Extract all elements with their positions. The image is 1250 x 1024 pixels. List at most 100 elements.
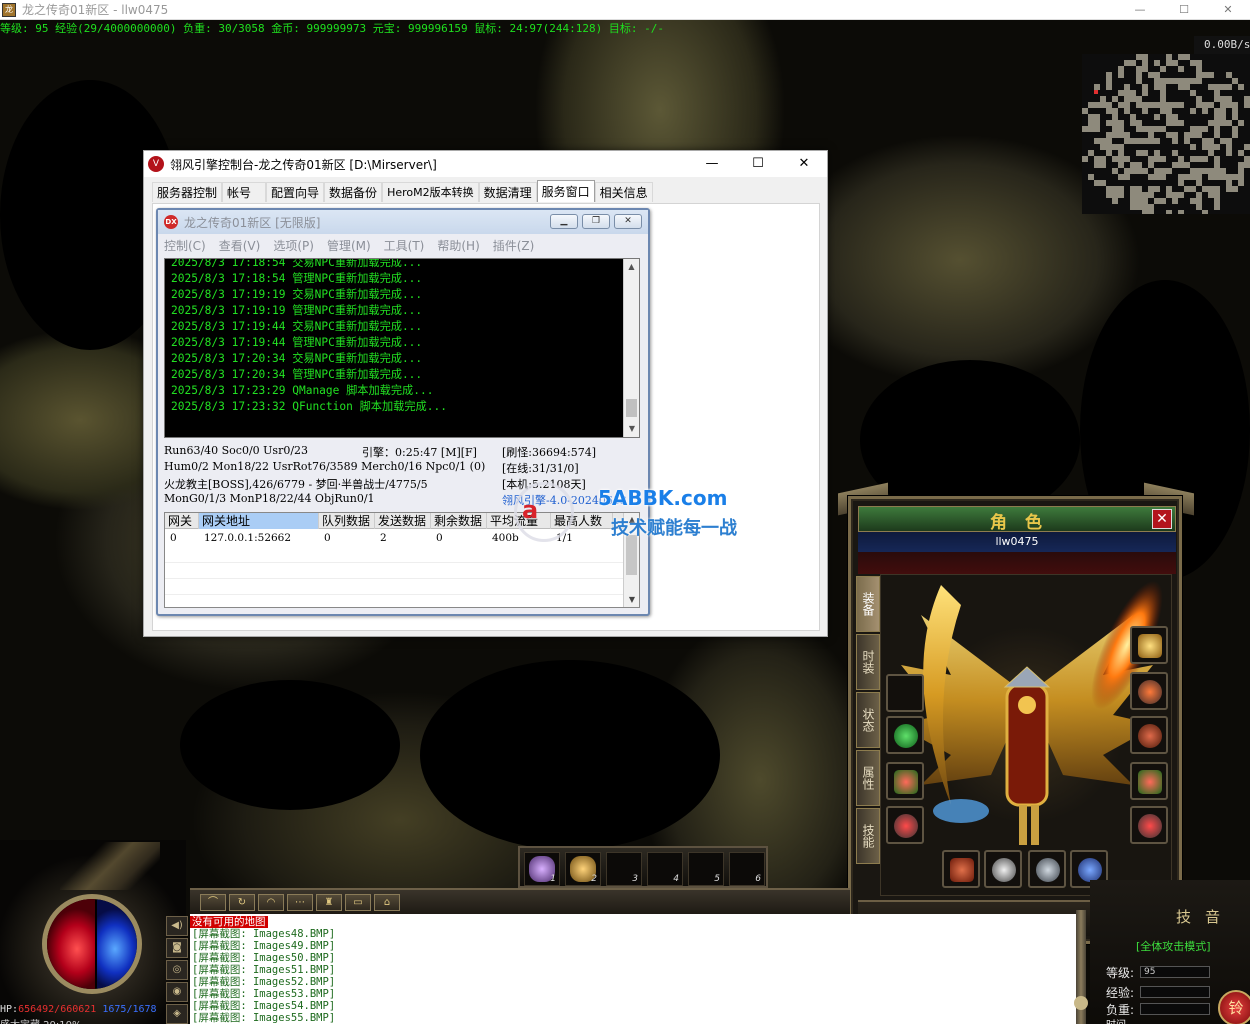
- log-line: 2025/8/3 17:20:34 交易NPC重新加载完成...: [171, 352, 423, 365]
- menu-tools[interactable]: 工具(T): [384, 237, 425, 254]
- col-remaining[interactable]: 剩余数据: [431, 513, 487, 529]
- server-minimize-icon[interactable]: ▁: [550, 214, 578, 229]
- console-minimize-icon[interactable]: —: [689, 151, 735, 177]
- slot-necklace[interactable]: [886, 674, 924, 712]
- minimap-terrain: [1208, 72, 1214, 78]
- minimap-terrain: [1154, 186, 1160, 192]
- slot-amulet[interactable]: [886, 716, 924, 754]
- col-gateway[interactable]: 网关: [165, 513, 199, 529]
- slot-ring-right[interactable]: [1130, 806, 1168, 844]
- tab-config-wizard[interactable]: 配置向导: [266, 182, 325, 202]
- bell-button[interactable]: 铃: [1218, 990, 1250, 1024]
- tab-status[interactable]: 状态: [856, 692, 880, 748]
- server-window[interactable]: DX 龙之传奇01新区 [无限版] ▁ ❐ ✕ 控制(C) 查看(V) 选项(P…: [156, 208, 650, 616]
- skill-slot-3[interactable]: 3: [606, 852, 642, 886]
- minimap-terrain: [1178, 102, 1184, 108]
- menu-help[interactable]: 帮助(H): [437, 237, 479, 254]
- volume-icon[interactable]: ◀): [166, 916, 188, 936]
- tab-server-control[interactable]: 服务器控制: [152, 182, 223, 202]
- minimap-terrain: [1142, 90, 1148, 96]
- skill-slot-5[interactable]: 5: [688, 852, 724, 886]
- stat-hum: Hum0/2 Mon18/22 UsrRot76/3589 Merch0/16 …: [164, 460, 486, 473]
- skill-slot-2[interactable]: 2: [565, 852, 601, 886]
- attack-mode[interactable]: [全体攻击模式]: [1136, 938, 1211, 954]
- minimap-terrain: [1244, 144, 1250, 150]
- minimap-terrain: [1226, 150, 1232, 156]
- tab-service-window[interactable]: 服务窗口: [536, 180, 595, 202]
- character-icon[interactable]: ⌒: [200, 894, 226, 911]
- chat-log[interactable]: 没有可用的地图 [屏幕截图: Images48.BMP] [屏幕截图: Image…: [190, 914, 1082, 1024]
- console-close-icon[interactable]: ✕: [781, 151, 827, 177]
- skills-icon[interactable]: ◠: [258, 894, 284, 911]
- minimap-terrain: [1172, 198, 1178, 204]
- engine-console-window[interactable]: V 翎风引擎控制台-龙之传奇01新区 [D:\Mirserver\] — ☐ ✕…: [143, 150, 828, 637]
- slot-bracelet-right[interactable]: [1130, 762, 1168, 800]
- chat-scroll-pole[interactable]: [1074, 910, 1088, 1024]
- bag-icon[interactable]: ↻: [229, 894, 255, 911]
- chat-icon[interactable]: ▭: [345, 894, 371, 911]
- tab-herom2-convert[interactable]: HeroM2版本转换: [382, 182, 479, 202]
- home-icon[interactable]: ⌂: [374, 894, 400, 911]
- group-icon[interactable]: ⋯: [287, 894, 313, 911]
- slot-medal[interactable]: [1130, 672, 1168, 710]
- server-restore-icon[interactable]: ❐: [582, 214, 610, 229]
- guild-icon[interactable]: ♜: [316, 894, 342, 911]
- tab-account[interactable]: 帐号: [222, 182, 267, 202]
- minimap-terrain: [1166, 210, 1172, 214]
- chat-guild-icon[interactable]: ◉: [166, 982, 188, 1002]
- slot-bracelet-left[interactable]: [886, 762, 924, 800]
- tab-related-info[interactable]: 相关信息: [594, 182, 653, 202]
- col-gateway-address[interactable]: 网关地址: [199, 513, 319, 529]
- minimap-terrain: [1244, 162, 1250, 168]
- table-scroll-down-icon[interactable]: ▼: [624, 593, 639, 607]
- chat-group-icon[interactable]: ◎: [166, 960, 188, 980]
- table-scroll-thumb[interactable]: [626, 535, 637, 575]
- menu-plugins[interactable]: 插件(Z): [493, 237, 535, 254]
- tab-data-backup[interactable]: 数据备份: [324, 182, 383, 202]
- scroll-up-icon[interactable]: ▲: [624, 259, 639, 275]
- chat-world-icon[interactable]: ◈: [166, 1004, 188, 1024]
- skill-slot-4[interactable]: 4: [647, 852, 683, 886]
- menu-manage[interactable]: 管理(M): [327, 237, 371, 254]
- skill-slot-1[interactable]: 1: [524, 852, 560, 886]
- level-value: 95: [1140, 966, 1210, 978]
- app-icon: 龙: [2, 2, 16, 17]
- maximize-icon[interactable]: ☐: [1162, 0, 1206, 20]
- log-line: 2025/8/3 17:19:44 管理NPC重新加载完成...: [171, 336, 423, 349]
- mp-value: 1675/1678: [102, 1004, 157, 1015]
- slot-charm[interactable]: [1130, 716, 1168, 754]
- menu-control[interactable]: 控制(C): [164, 237, 206, 254]
- skill-slot-6[interactable]: 6: [729, 852, 765, 886]
- col-queue[interactable]: 队列数据: [319, 513, 375, 529]
- minimap-terrain: [1190, 108, 1196, 114]
- minimize-icon[interactable]: —: [1118, 0, 1162, 20]
- pole-knob[interactable]: [1074, 996, 1088, 1010]
- minimap-terrain: [1226, 84, 1232, 90]
- chat-private-icon[interactable]: ◙: [166, 938, 188, 958]
- menu-view[interactable]: 查看(V): [219, 237, 261, 254]
- console-maximize-icon[interactable]: ☐: [735, 151, 781, 177]
- minimap-terrain: [1160, 198, 1166, 204]
- console-titlebar[interactable]: V 翎风引擎控制台-龙之传奇01新区 [D:\Mirserver\] — ☐ ✕: [144, 151, 827, 177]
- tab-attributes[interactable]: 属性: [856, 750, 880, 806]
- minimap-terrain: [1190, 144, 1196, 150]
- server-log[interactable]: 2025/8/3 17:18:54 交易NPC重新加载完成... 2025/8/3…: [164, 258, 640, 438]
- tab-equipment[interactable]: 装备: [856, 576, 880, 632]
- log-scrollbar[interactable]: ▲ ▼: [623, 259, 639, 437]
- panel-close-icon[interactable]: ✕: [1152, 509, 1172, 529]
- col-sent[interactable]: 发送数据: [375, 513, 431, 529]
- minimap[interactable]: [1082, 54, 1250, 214]
- server-close-icon[interactable]: ✕: [614, 214, 642, 229]
- slot-ring-left[interactable]: [886, 806, 924, 844]
- tab-data-clean[interactable]: 数据清理: [478, 182, 537, 202]
- exp-label: 经验:: [1106, 986, 1135, 1000]
- log-scroll-thumb[interactable]: [626, 399, 637, 417]
- close-icon[interactable]: ✕: [1206, 0, 1250, 20]
- chat-line: [屏幕截图: Images49.BMP]: [192, 940, 336, 952]
- tab-fashion[interactable]: 时装: [856, 634, 880, 690]
- menu-options[interactable]: 选项(P): [273, 237, 314, 254]
- server-titlebar[interactable]: DX 龙之传奇01新区 [无限版] ▁ ❐ ✕: [158, 210, 648, 234]
- scroll-down-icon[interactable]: ▼: [624, 421, 639, 437]
- hud-right-tabs[interactable]: 技音: [1176, 906, 1234, 927]
- slot-helmet[interactable]: [1130, 626, 1168, 664]
